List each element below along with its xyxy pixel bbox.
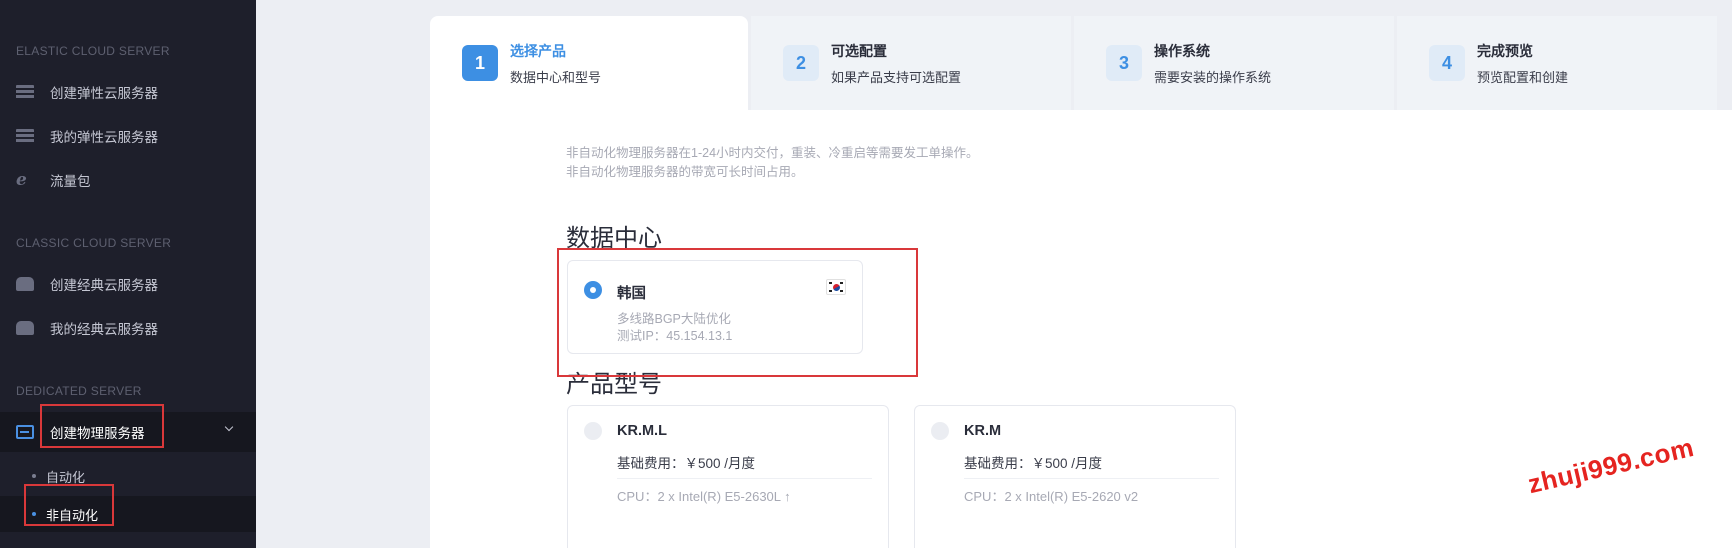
sidebar-item-create-elastic[interactable]: 创建弹性云服务器 xyxy=(0,72,256,112)
product-name: KR.M.L xyxy=(617,423,667,439)
step-subtitle: 预览配置和创建 xyxy=(1477,69,1569,85)
step-subtitle: 需要安装的操作系统 xyxy=(1154,69,1272,85)
disk-icon xyxy=(16,321,34,335)
step-number: 2 xyxy=(783,45,819,81)
sidebar-subitem-automated[interactable]: 自动化 xyxy=(0,458,256,494)
server-icon xyxy=(16,85,34,99)
step-number: 3 xyxy=(1106,45,1142,81)
sidebar-item-label: 流量包 xyxy=(50,174,91,189)
step-optional-config[interactable]: 2 可选配置 如果产品支持可选配置 xyxy=(751,16,1071,110)
sidebar-item-create-classic[interactable]: 创建经典云服务器 xyxy=(0,264,256,304)
sidebar-subitem-label: 自动化 xyxy=(46,469,86,485)
bullet-dot xyxy=(32,512,36,516)
bullet-dot xyxy=(32,474,36,478)
step-subtitle: 如果产品支持可选配置 xyxy=(831,69,962,85)
sidebar-item-label: 创建物理服务器 xyxy=(50,426,145,441)
step-select-product[interactable]: 1 选择产品 数据中心和型号 xyxy=(430,16,748,110)
radio-unselected[interactable] xyxy=(584,422,602,440)
product-name: KR.M xyxy=(964,423,1002,439)
step-preview[interactable]: 4 完成预览 预览配置和创建 xyxy=(1397,16,1717,110)
datacenter-name: 韩国 xyxy=(617,286,646,302)
sidebar-subitem-label: 非自动化 xyxy=(46,507,99,523)
datacenter-test-ip: 测试IP：45.154.13.1 xyxy=(617,329,733,343)
product-price: 基础费用：￥500 /月度 xyxy=(617,456,756,471)
datacenter-card-korea[interactable]: 韩国 多线路BGP大陆优化 测试IP：45.154.13.1 xyxy=(567,260,863,354)
datacenter-heading: 数据中心 xyxy=(566,225,662,252)
product-cpu: CPU：2 x Intel(R) E5-2620 v2 xyxy=(964,489,1139,504)
sidebar-item-label: 创建弹性云服务器 xyxy=(50,86,158,101)
step-title: 完成预览 xyxy=(1477,42,1533,59)
product-heading: 产品型号 xyxy=(566,371,662,398)
sidebar: ELASTIC CLOUD SERVER 创建弹性云服务器 我的弹性云服务器 e… xyxy=(0,0,256,548)
step-title: 操作系统 xyxy=(1154,42,1210,59)
section-title-classic: CLASSIC CLOUD SERVER xyxy=(16,236,172,250)
server-icon xyxy=(16,129,34,143)
sidebar-item-traffic[interactable]: e 流量包 xyxy=(0,160,256,200)
card-icon xyxy=(16,425,34,439)
product-cpu: CPU：2 x Intel(R) E5-2630L ↑ xyxy=(617,486,791,505)
sidebar-item-label: 我的弹性云服务器 xyxy=(50,130,158,145)
radio-unselected[interactable] xyxy=(931,422,949,440)
step-os[interactable]: 3 操作系统 需要安装的操作系统 xyxy=(1074,16,1394,110)
product-card-kr-m-l[interactable]: KR.M.L 基础费用：￥500 /月度 CPU：2 x Intel(R) E5… xyxy=(567,405,889,548)
section-title-dedicated: DEDICATED SERVER xyxy=(16,384,142,398)
traffic-icon: e xyxy=(16,170,27,190)
sidebar-item-create-dedicated[interactable]: 创建物理服务器 xyxy=(0,412,256,452)
arrow-up-icon: ↑ xyxy=(784,489,791,504)
sidebar-item-my-classic[interactable]: 我的经典云服务器 xyxy=(0,308,256,348)
sidebar-item-my-elastic[interactable]: 我的弹性云服务器 xyxy=(0,116,256,156)
notice-line: 非自动化物理服务器的带宽可长时间占用。 xyxy=(566,165,804,179)
step-number: 1 xyxy=(462,45,498,81)
korea-flag-icon xyxy=(826,279,846,295)
disk-icon xyxy=(16,277,34,291)
radio-selected[interactable] xyxy=(584,281,602,299)
divider xyxy=(617,478,872,479)
step-subtitle: 数据中心和型号 xyxy=(510,69,602,85)
notice-line: 非自动化物理服务器在1-24小时内交付，重装、冷重启等需要发工单操作。 xyxy=(566,146,979,160)
chevron-down-icon[interactable] xyxy=(224,422,234,432)
product-card-kr-m[interactable]: KR.M 基础费用：￥500 /月度 CPU：2 x Intel(R) E5-2… xyxy=(914,405,1236,548)
divider xyxy=(964,478,1219,479)
sidebar-item-label: 创建经典云服务器 xyxy=(50,278,158,293)
product-cpu-text: CPU：2 x Intel(R) E5-2630L xyxy=(617,489,781,504)
step-title: 选择产品 xyxy=(510,42,566,59)
section-title-elastic: ELASTIC CLOUD SERVER xyxy=(16,44,170,58)
step-title: 可选配置 xyxy=(831,42,887,59)
sidebar-subitem-non-automated[interactable]: 非自动化 xyxy=(0,496,256,532)
step-number: 4 xyxy=(1429,45,1465,81)
sidebar-item-label: 我的经典云服务器 xyxy=(50,322,158,337)
product-price: 基础费用：￥500 /月度 xyxy=(964,456,1103,471)
step-tabs: 1 选择产品 数据中心和型号 2 可选配置 如果产品支持可选配置 3 操作系统 … xyxy=(430,16,1732,110)
notice-text: 非自动化物理服务器在1-24小时内交付，重装、冷重启等需要发工单操作。 非自动化… xyxy=(566,144,979,182)
